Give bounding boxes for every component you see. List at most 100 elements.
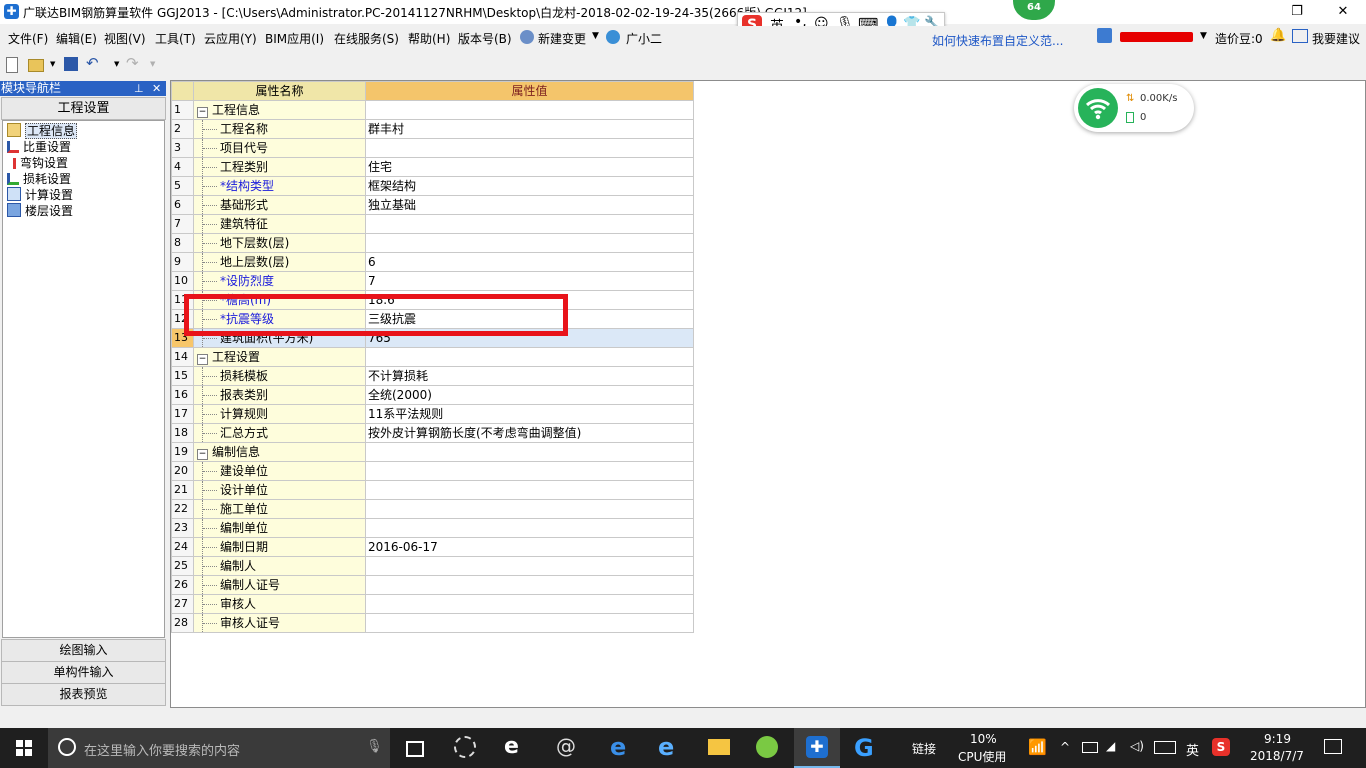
property-value-cell[interactable] [365,594,694,614]
property-value-cell[interactable] [365,575,694,595]
collapse-toggle-icon[interactable]: − [197,107,208,118]
table-group-row[interactable]: 1− 工程信息 [171,100,694,120]
new-file-icon[interactable] [6,57,18,73]
table-row[interactable]: 23 编制单位 [171,518,694,538]
property-name-cell[interactable]: 工程名称 [193,119,366,139]
property-name-cell[interactable]: 编制人 [193,556,366,576]
volume-icon[interactable]: ◁) [1130,739,1144,753]
collapse-toggle-icon[interactable]: − [197,354,208,365]
tray-lang[interactable]: 英 [1186,740,1199,759]
property-name-cell[interactable]: − 编制信息 [193,442,366,462]
table-group-row[interactable]: 14− 工程设置 [171,347,694,367]
windows-start-icon[interactable] [16,740,32,759]
property-name-cell[interactable]: 项目代号 [193,138,366,158]
task-view-icon[interactable] [406,741,424,757]
nav-tab-single-component-input[interactable]: 单构件输入 [1,661,166,684]
collapse-toggle-icon[interactable]: − [197,449,208,460]
table-row[interactable]: 18 汇总方式 按外皮计算钢筋长度(不考虑弯曲调整值) [171,423,694,443]
nav-tab-drawing-input[interactable]: 绘图输入 [1,639,166,662]
property-name-cell[interactable]: *设防烈度 [193,271,366,291]
table-row[interactable]: 16 报表类别 全统(2000) [171,385,694,405]
property-value-cell[interactable]: 2016-06-17 [365,537,694,557]
property-name-cell[interactable]: − 工程设置 [193,347,366,367]
property-value-cell[interactable] [365,138,694,158]
property-name-cell[interactable]: 审核人 [193,594,366,614]
property-value-cell[interactable] [365,100,694,120]
suggestion-icon[interactable] [1292,29,1308,43]
property-name-cell[interactable]: 计算规则 [193,404,366,424]
menu-file[interactable]: 文件(F) [8,30,48,47]
menu-bim[interactable]: BIM应用(I) [265,30,324,47]
nav-item-calc[interactable]: 计算设置 [7,187,73,203]
sogou-tray-icon[interactable]: S [1212,738,1230,756]
menu-help[interactable]: 帮助(H) [408,30,450,47]
table-row[interactable]: 17 计算规则 11系平法规则 [171,404,694,424]
table-row[interactable]: 5 *结构类型 框架结构 [171,176,694,196]
table-row[interactable]: 10 *设防烈度 7 [171,271,694,291]
property-name-cell[interactable]: 编制人证号 [193,575,366,595]
chevron-down-icon[interactable]: ▼ [114,60,119,68]
header-property-value[interactable]: 属性值 [365,81,694,101]
property-value-cell[interactable]: 6 [365,252,694,272]
table-row[interactable]: 27 审核人 [171,594,694,614]
open-folder-icon[interactable] [28,59,44,72]
save-icon[interactable] [64,57,78,71]
table-row[interactable]: 8 地下层数(层) [171,233,694,253]
microphone-icon[interactable]: 🎙 [366,739,383,754]
taskbar-search-placeholder[interactable]: 在这里输入你要搜索的内容 [84,740,240,759]
ie-blue-icon[interactable]: e [658,733,674,761]
nav-item-floor[interactable]: 楼层设置 [7,203,73,219]
table-row[interactable]: 20 建设单位 [171,461,694,481]
table-row[interactable]: 7 建筑特征 [171,214,694,234]
nav-item-project-info[interactable]: 工程信息 [7,123,78,139]
close-icon[interactable]: ✕ [152,81,161,96]
property-name-cell[interactable]: 工程类别 [193,157,366,177]
clock-date[interactable]: 2018/7/7 [1250,749,1304,763]
property-name-cell[interactable]: 编制日期 [193,537,366,557]
nav-tab-report-preview[interactable]: 报表预览 [1,683,166,706]
property-value-cell[interactable] [365,480,694,500]
clock-time[interactable]: 9:19 [1264,732,1291,746]
table-row[interactable]: 22 施工单位 [171,499,694,519]
property-name-cell[interactable]: 建设单位 [193,461,366,481]
property-value-cell[interactable]: 按外皮计算钢筋长度(不考虑弯曲调整值) [365,423,694,443]
keyboard-icon[interactable] [1154,741,1176,754]
header-property-name[interactable]: 属性名称 [193,81,366,101]
suggest-link[interactable]: 我要建议 [1312,30,1360,47]
property-name-cell[interactable]: 设计单位 [193,480,366,500]
table-row[interactable]: 9 地上层数(层) 6 [171,252,694,272]
property-value-cell[interactable] [365,556,694,576]
property-name-cell[interactable]: 建筑特征 [193,214,366,234]
property-value-cell[interactable]: 全统(2000) [365,385,694,405]
nav-item-loss[interactable]: 损耗设置 [7,171,71,187]
new-change-menu[interactable]: 新建变更 [538,30,586,47]
menu-online-service[interactable]: 在线服务(S) [334,30,399,47]
property-value-cell[interactable]: 框架结构 [365,176,694,196]
property-name-cell[interactable]: 损耗模板 [193,366,366,386]
property-name-cell[interactable]: 施工单位 [193,499,366,519]
notification-center-icon[interactable] [1324,739,1342,754]
assistant-menu[interactable]: 广小二 [626,30,662,47]
property-name-cell[interactable]: *结构类型 [193,176,366,196]
chevron-down-icon[interactable]: ▼ [592,31,599,41]
undo-icon[interactable]: ↶ [86,54,99,72]
restore-button[interactable]: ❐ [1274,0,1320,24]
nav-item-hook[interactable]: 弯钩设置 [7,155,68,171]
property-name-cell[interactable]: 地下层数(层) [193,233,366,253]
property-value-cell[interactable] [365,499,694,519]
file-explorer-icon[interactable] [708,739,730,755]
wifi-widget[interactable]: ⇅ 0.00K/s 0 [1074,84,1194,132]
table-row[interactable]: 15 损耗模板 不计算损耗 [171,366,694,386]
property-value-cell[interactable] [365,461,694,481]
chevron-down-icon[interactable]: ▼ [1200,31,1207,41]
table-row[interactable]: 21 设计单位 [171,480,694,500]
bell-icon[interactable]: 🔔 [1270,28,1286,43]
property-value-cell[interactable] [365,613,694,633]
network-icon[interactable]: ◢ [1106,739,1115,753]
property-value-cell[interactable]: 11系平法规则 [365,404,694,424]
nav-tab-project-settings[interactable]: 工程设置 [1,97,166,120]
tray-link-label[interactable]: 链接 [912,740,936,757]
app-spiral-icon[interactable]: @ [556,734,576,758]
property-name-cell[interactable]: 汇总方式 [193,423,366,443]
table-row[interactable]: 26 编制人证号 [171,575,694,595]
